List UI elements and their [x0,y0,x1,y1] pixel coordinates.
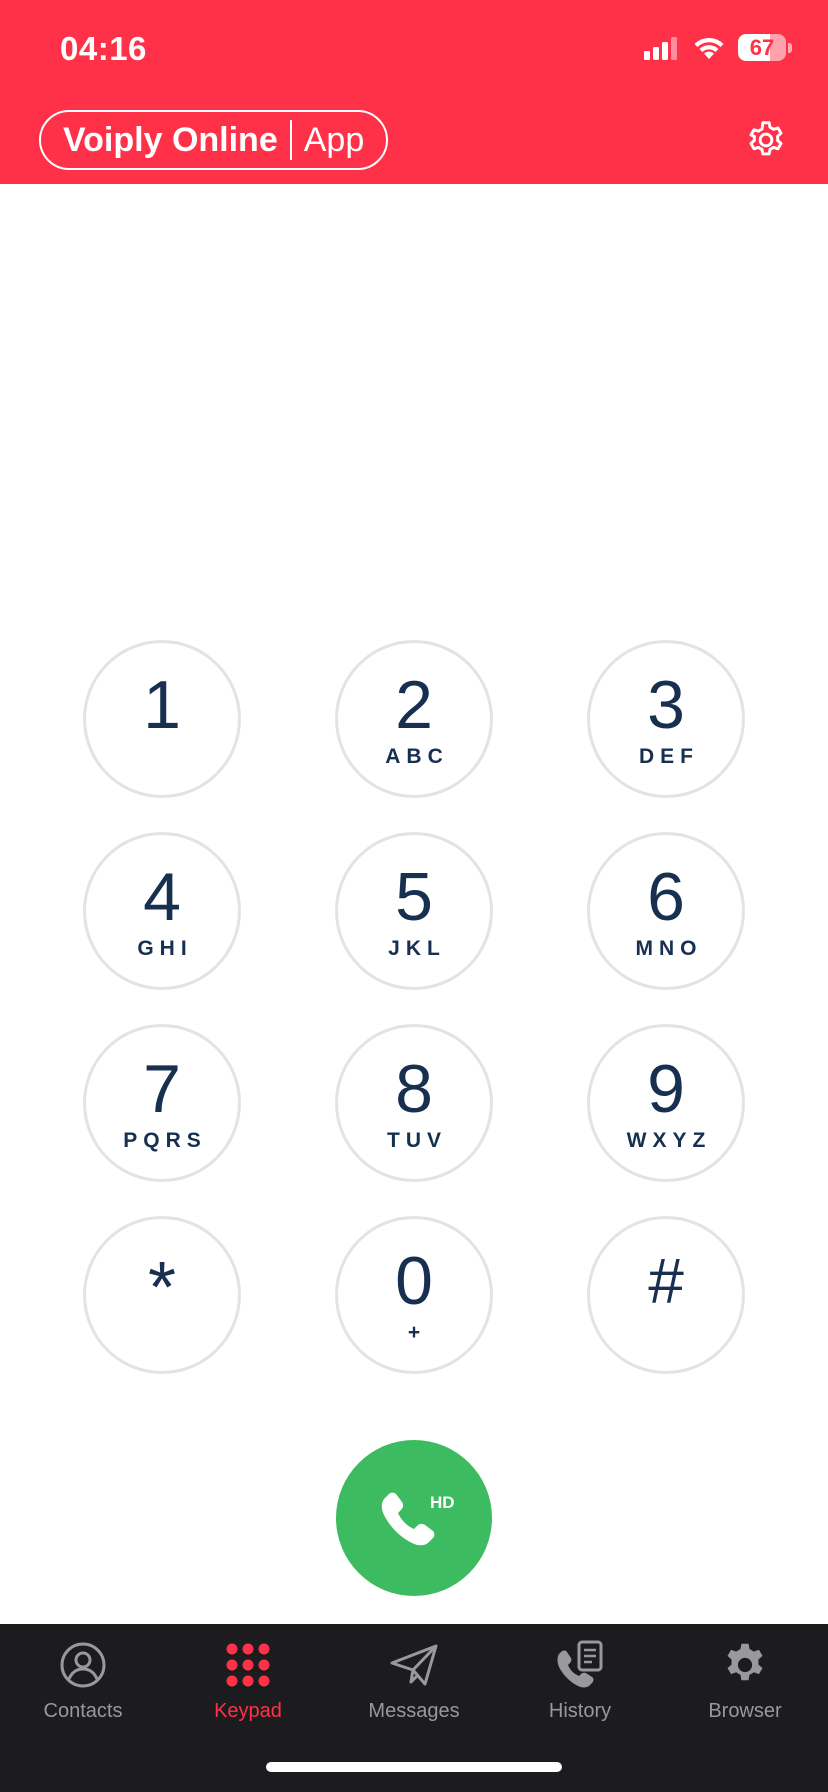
key-7[interactable]: 7 PQRS [83,1024,241,1182]
battery-level: 67 [749,34,775,60]
key-5[interactable]: 5 JKL [335,832,493,990]
hd-badge: HD [430,1493,454,1512]
paper-plane-icon [390,1644,438,1686]
key-digit: 4 [143,859,181,935]
key-4[interactable]: 4 GHI [83,832,241,990]
status-time: 04:16 [60,30,147,67]
key-letters: + [407,1321,427,1344]
key-8[interactable]: 8 TUV [335,1024,493,1182]
key-letters: MNO [635,937,703,960]
cellular-signal-icon [644,36,680,60]
brand-divider [289,120,292,160]
tab-bar: Contacts Keypad Messages History Browser [0,1624,828,1792]
tab-browser[interactable]: Browser [662,1640,828,1740]
key-digit: 9 [647,1051,685,1127]
tab-contacts[interactable]: Contacts [0,1640,166,1740]
app-header: 04:16 67 Voiply Online App [0,0,828,184]
key-digit: # [648,1245,684,1317]
key-digit: 5 [395,859,433,935]
battery-icon: 67 [738,34,786,61]
key-digit: * [147,1248,177,1328]
battery-cap [788,42,792,53]
gear-icon [727,1643,763,1681]
tab-keypad[interactable]: Keypad [165,1640,331,1740]
tab-label: Browser [708,1700,782,1722]
key-9[interactable]: 9 WXYZ [587,1024,745,1182]
key-digit: 3 [647,667,685,743]
brand-suffix: App [303,120,365,159]
wifi-icon [692,35,726,60]
key-digit: 8 [395,1051,433,1127]
tab-label: Messages [368,1700,460,1722]
key-digit: 0 [395,1243,433,1319]
key-letters: GHI [137,937,193,960]
tab-history[interactable]: History [497,1640,663,1740]
brand-logo: Voiply Online App [39,110,389,170]
tab-label: Contacts [43,1700,123,1722]
key-letters: PQRS [123,1129,207,1152]
key-0[interactable]: 0 + [335,1216,493,1374]
key-digit: 6 [647,859,685,935]
key-3[interactable]: 3 DEF [587,640,745,798]
key-1[interactable]: 1 [83,640,241,798]
tab-messages[interactable]: Messages [331,1640,497,1740]
key-6[interactable]: 6 MNO [587,832,745,990]
key-letters: ABC [385,745,449,768]
key-2[interactable]: 2 ABC [335,640,493,798]
call-history-icon [557,1640,603,1688]
keypad-icon [226,1643,270,1687]
key-letters: TUV [387,1129,447,1152]
key-letters: JKL [388,937,446,960]
phone-icon: HD [381,1492,454,1546]
gear-icon [749,121,783,156]
key-hash[interactable]: # [587,1216,745,1374]
key-star[interactable]: * [83,1216,241,1374]
call-button[interactable]: HD [336,1440,492,1596]
tab-label: History [548,1700,612,1722]
contacts-icon [60,1642,106,1688]
status-icons: 67 [644,34,792,61]
key-letters: DEF [639,745,699,768]
settings-button[interactable] [744,118,788,162]
brand-name: Voiply Online [63,120,278,159]
key-digit: 2 [395,667,433,743]
key-digit: 7 [143,1051,181,1127]
tab-label: Keypad [214,1700,282,1722]
key-letters: WXYZ [626,1129,712,1152]
home-indicator [266,1762,562,1772]
key-digit: 1 [143,667,181,743]
